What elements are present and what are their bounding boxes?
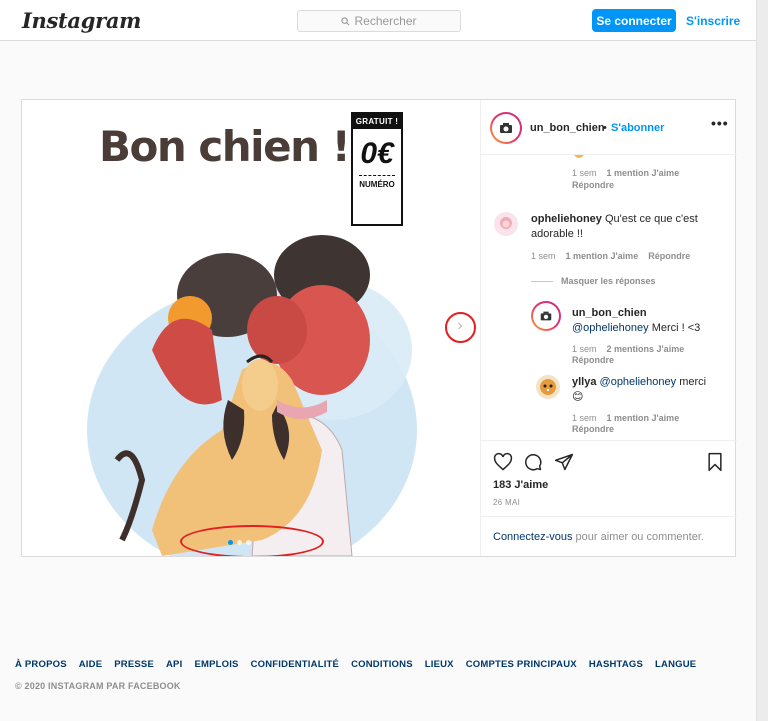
footer-link-language[interactable]: LANGUE xyxy=(655,659,696,670)
price-bottom: NUMÉRO xyxy=(359,180,395,189)
commenter-avatar[interactable] xyxy=(494,212,518,236)
post-header: un_bon_chien • S'abonner ••• xyxy=(481,100,737,155)
reply-button[interactable]: Répondre xyxy=(572,180,614,190)
comment-time: 1 sem xyxy=(531,251,556,261)
bookmark-icon[interactable] xyxy=(705,452,725,472)
comment-icon[interactable] xyxy=(523,452,543,472)
reply-mention[interactable]: @opheliehoney xyxy=(572,322,649,334)
footer-link-help[interactable]: AIDE xyxy=(79,659,103,670)
tiger-avatar-icon xyxy=(540,379,556,395)
footer-links: À PROPOS AIDE PRESSE API EMPLOIS CONFIDE… xyxy=(15,659,696,670)
reply-username[interactable]: un_bon_chien xyxy=(572,307,647,319)
annotation-circle-next xyxy=(445,312,476,343)
scrollbar[interactable] xyxy=(756,0,768,721)
reply-text: un_bon_chien @opheliehoney Merci ! <3 xyxy=(572,306,732,336)
post-actions: 183 J'aime 26 MAI Connectez-vous pour ai… xyxy=(481,440,737,558)
comments-list[interactable]: 1 sem 1 mention J'aime Répondre ophelieh… xyxy=(481,155,737,440)
post-date[interactable]: 26 MAI xyxy=(493,498,520,507)
camera-dog-icon xyxy=(540,311,552,321)
author-username[interactable]: un_bon_chien xyxy=(530,122,605,134)
reply-username[interactable]: yllya xyxy=(572,376,596,388)
separator-dot: • xyxy=(603,122,607,134)
comment-meta: 1 sem 1 mention J'aime Répondre xyxy=(531,251,690,261)
login-link[interactable]: Connectez-vous xyxy=(493,531,573,543)
replies-line xyxy=(531,281,553,282)
reply-mention[interactable]: @opheliehoney xyxy=(600,376,677,388)
signup-link[interactable]: S'inscrire xyxy=(686,14,740,28)
comment-time: 1 sem xyxy=(572,168,597,178)
login-prompt-text: pour aimer ou commenter. xyxy=(572,531,704,543)
camera-dog-icon xyxy=(500,123,512,133)
comment-likes[interactable]: 1 mention J'aime xyxy=(566,251,639,261)
login-prompt: Connectez-vous pour aimer ou commenter. xyxy=(481,516,737,558)
reply-avatar[interactable] xyxy=(531,301,561,331)
share-icon[interactable] xyxy=(554,452,574,472)
footer-link-privacy[interactable]: CONFIDENTIALITÉ xyxy=(251,659,340,670)
author-avatar[interactable] xyxy=(490,112,522,144)
commenter-username[interactable]: opheliehoney xyxy=(531,213,602,225)
footer-link-locations[interactable]: LIEUX xyxy=(425,659,454,670)
footer-link-top-accounts[interactable]: COMPTES PRINCIPAUX xyxy=(466,659,577,670)
reply-button[interactable]: Répondre xyxy=(648,251,690,261)
price-top: GRATUIT ! xyxy=(353,114,401,129)
reply-body: merci xyxy=(679,376,707,388)
likes-count[interactable]: 183 J'aime xyxy=(493,479,548,491)
hide-replies-button[interactable]: Masquer les réponses xyxy=(561,276,656,286)
comment-meta: 1 sem 1 mention J'aime xyxy=(572,168,679,178)
comment-likes[interactable]: 1 mention J'aime xyxy=(607,168,680,178)
footer-link-press[interactable]: PRESSE xyxy=(114,659,154,670)
reply-button[interactable]: Répondre xyxy=(572,424,614,434)
reply-body: Merci ! <3 xyxy=(651,322,701,334)
footer-link-jobs[interactable]: EMPLOIS xyxy=(194,659,238,670)
heart-icon[interactable] xyxy=(493,452,513,472)
reply-meta: 1 sem 1 mention J'aime xyxy=(572,413,679,423)
emoji-partial xyxy=(574,155,584,158)
price-value: 0€ xyxy=(360,137,394,170)
post-image[interactable]: Bon chien ! GRATUIT ! 0€ NUMÉRO › xyxy=(22,100,480,556)
annotation-ellipse-dots xyxy=(180,525,324,556)
reply-likes[interactable]: 2 mentions J'aime xyxy=(607,344,685,354)
search-placeholder: Rechercher xyxy=(354,14,417,28)
search-icon xyxy=(341,16,350,25)
reply-time: 1 sem xyxy=(572,344,597,354)
image-title: Bon chien ! xyxy=(99,122,351,171)
price-divider xyxy=(359,175,395,176)
comment-text: opheliehoney Qu'est ce que c'est adorabl… xyxy=(531,212,727,242)
login-button[interactable]: Se connecter xyxy=(592,9,676,32)
price-box: GRATUIT ! 0€ NUMÉRO xyxy=(351,112,403,226)
instagram-logo[interactable]: Instagram xyxy=(22,8,141,33)
copyright: © 2020 INSTAGRAM PAR FACEBOOK xyxy=(15,681,181,691)
girl-avatar-icon xyxy=(500,217,512,229)
reply-meta: 1 sem 2 mentions J'aime xyxy=(572,344,684,354)
reply-time: 1 sem xyxy=(572,413,597,423)
reply-likes[interactable]: 1 mention J'aime xyxy=(607,413,680,423)
footer-link-about[interactable]: À PROPOS xyxy=(15,659,67,670)
footer-link-api[interactable]: API xyxy=(166,659,182,670)
reply-button[interactable]: Répondre xyxy=(572,355,614,365)
more-options-icon[interactable]: ••• xyxy=(711,115,729,131)
search-input[interactable]: Rechercher xyxy=(297,10,461,32)
post-card: Bon chien ! GRATUIT ! 0€ NUMÉRO › un_bon… xyxy=(21,99,737,558)
footer-link-hashtags[interactable]: HASHTAGS xyxy=(589,659,643,670)
footer-link-terms[interactable]: CONDITIONS xyxy=(351,659,413,670)
follow-button[interactable]: S'abonner xyxy=(611,122,664,134)
reply-avatar[interactable] xyxy=(536,375,560,399)
top-navbar: Instagram Rechercher Se connecter S'insc… xyxy=(0,0,756,41)
reply-text: yllya @opheliehoney merci 😊 xyxy=(572,375,732,405)
smile-emoji: 😊 xyxy=(572,391,584,403)
post-sidebar: un_bon_chien • S'abonner ••• 1 sem 1 men… xyxy=(480,100,737,558)
